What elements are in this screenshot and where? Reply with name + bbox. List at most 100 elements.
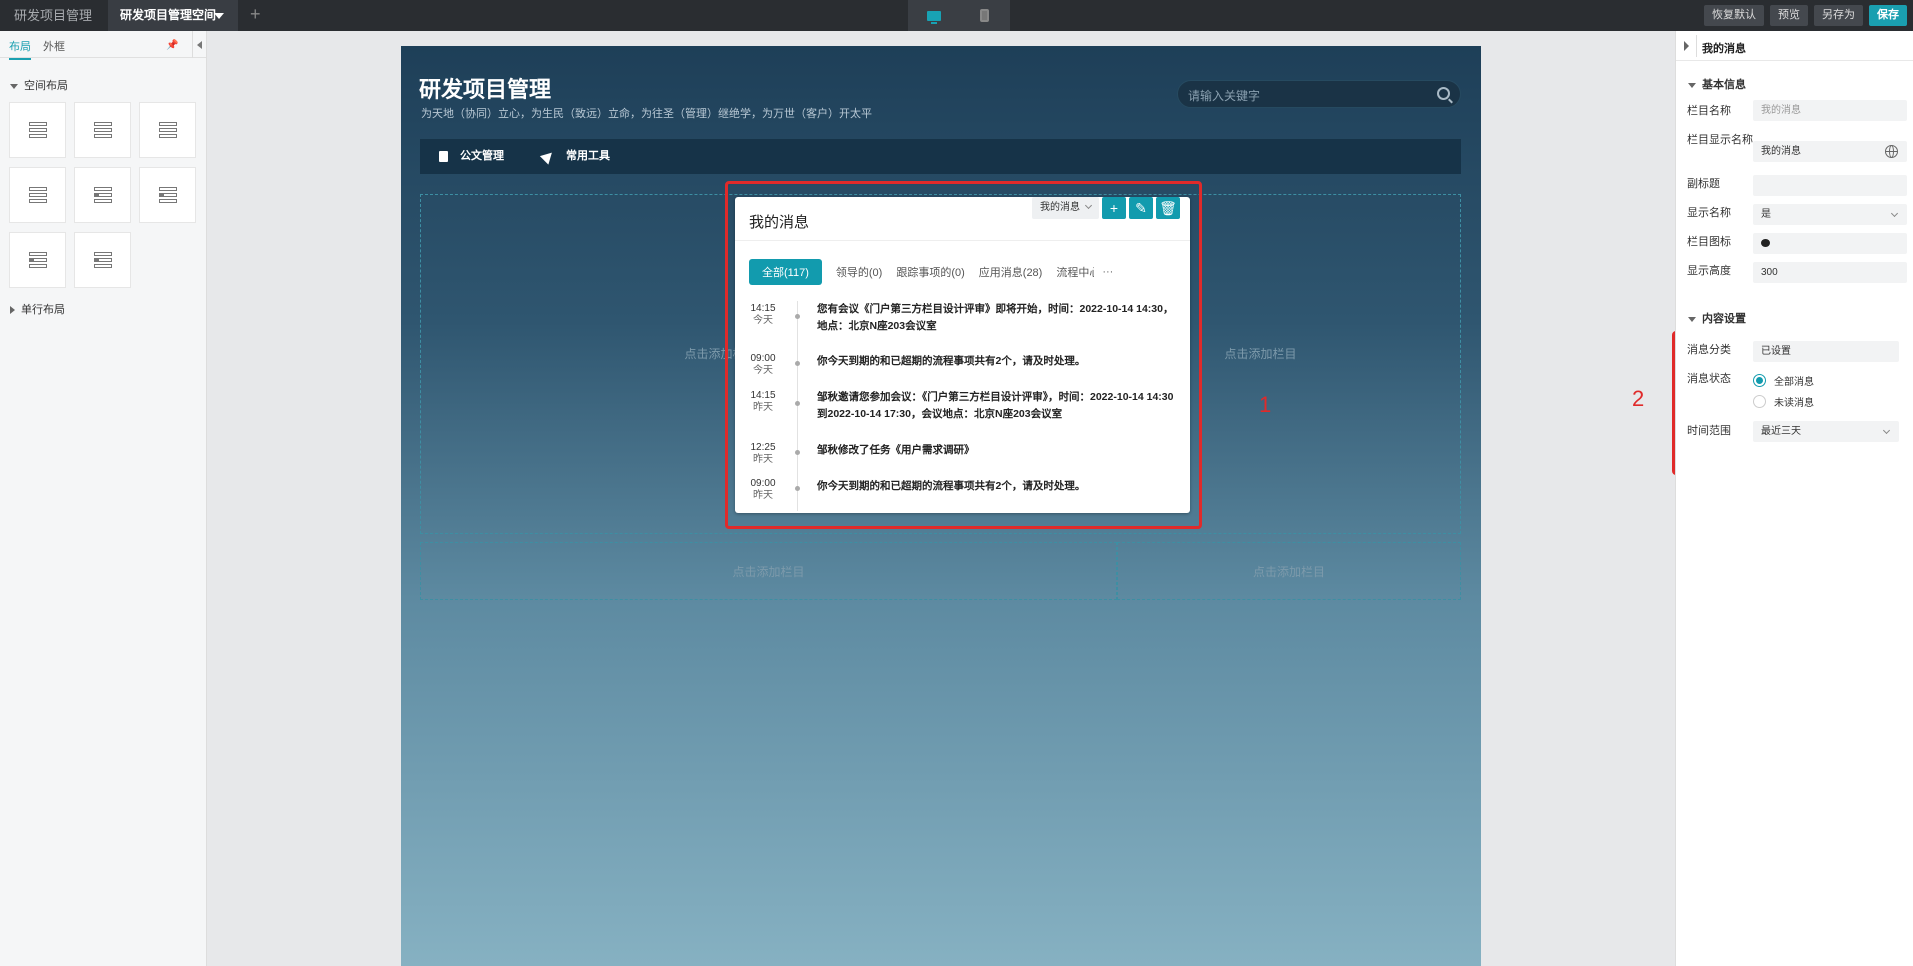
layout-item[interactable] <box>74 167 131 223</box>
layout-rows-icon <box>93 122 112 138</box>
expand-right-icon[interactable] <box>1684 41 1689 51</box>
layout-item[interactable] <box>139 102 196 158</box>
layout-item[interactable] <box>9 232 66 288</box>
display-name-field[interactable]: 我的消息 <box>1753 141 1907 162</box>
search-input[interactable]: 请输入关键字 <box>1177 80 1461 108</box>
section-space-layout[interactable]: 空间布局 <box>10 77 68 93</box>
tab-project-space-label: 研发项目管理空间 <box>120 8 217 22</box>
mobile-icon <box>980 9 989 22</box>
radio-checked-icon[interactable] <box>1753 374 1766 387</box>
radio-label: 全部消息 <box>1774 377 1814 388</box>
section-label: 单行布局 <box>21 304 65 316</box>
drop-zone-bottom-left[interactable]: 点击添加栏目 <box>420 542 1117 600</box>
nav-item-documents[interactable]: 公文管理 <box>439 139 504 174</box>
radio-all-messages[interactable]: 全部消息 <box>1753 373 1814 388</box>
mobile-view-button[interactable] <box>959 0 1010 31</box>
field-value: 我的消息 <box>1761 146 1801 157</box>
top-bar: 研发项目管理 研发项目管理空间 + 恢复默认 预览 另存为 保存 <box>0 0 1913 31</box>
drop-zone-bottom-right[interactable]: 点击添加栏目 <box>1117 542 1461 600</box>
message-category-field[interactable]: 已设置 <box>1753 341 1899 362</box>
divider <box>1696 35 1697 57</box>
collapse-left-icon[interactable] <box>192 31 207 58</box>
chevron-down-icon <box>1882 426 1891 435</box>
field-label: 显示高度 <box>1687 265 1731 277</box>
field-label: 栏目显示名称 <box>1687 134 1753 146</box>
save-button[interactable]: 保存 <box>1869 5 1907 26</box>
triangle-right-icon <box>10 306 15 315</box>
save-as-button[interactable]: 另存为 <box>1814 5 1863 26</box>
chevron-down-icon <box>1890 209 1899 218</box>
section-basic-info[interactable]: 基本信息 <box>1688 76 1746 92</box>
tab-frame[interactable]: 外框 <box>43 38 65 54</box>
nav-label: 公文管理 <box>460 150 504 162</box>
globe-icon[interactable] <box>1885 145 1898 158</box>
layout-item[interactable] <box>9 102 66 158</box>
section-single-row-layout[interactable]: 单行布局 <box>10 301 65 317</box>
left-tabs: 布局 外框 📌 <box>0 31 207 60</box>
field-label: 栏目图标 <box>1687 236 1731 248</box>
nav-bar: 公文管理 常用工具 <box>420 139 1461 174</box>
field-value: 最近三天 <box>1761 426 1801 437</box>
show-name-select[interactable]: 是 <box>1753 204 1907 225</box>
time-range-select[interactable]: 最近三天 <box>1753 421 1899 442</box>
drop-zone-label: 点击添加栏目 <box>732 565 805 579</box>
layout-rows-icon <box>28 122 47 138</box>
layout-split-icon <box>93 252 112 268</box>
document-icon <box>439 150 448 162</box>
nav-item-tools[interactable]: 常用工具 <box>539 139 610 174</box>
radio-unchecked-icon[interactable] <box>1753 395 1766 408</box>
chat-bubble-icon <box>1761 239 1770 248</box>
annotation-number-1: 1 <box>1259 392 1272 417</box>
layout-split-icon <box>28 252 47 268</box>
triangle-down-icon <box>1688 316 1696 322</box>
preview-button[interactable]: 预览 <box>1770 5 1808 26</box>
radio-label: 未读消息 <box>1774 398 1814 409</box>
layout-item[interactable] <box>74 102 131 158</box>
field-label: 消息分类 <box>1687 344 1731 356</box>
device-toggle <box>908 0 1010 31</box>
desktop-view-button[interactable] <box>908 0 959 31</box>
column-icon-field[interactable] <box>1753 233 1907 254</box>
nav-label: 常用工具 <box>566 150 610 162</box>
layout-item[interactable] <box>139 167 196 223</box>
column-name-field[interactable]: 我的消息 <box>1753 100 1907 121</box>
left-panel: 布局 外框 📌 空间布局 单行布局 <box>0 31 207 966</box>
pin-icon[interactable]: 📌 <box>166 40 178 51</box>
section-label: 内容设置 <box>1702 313 1746 325</box>
section-content-settings[interactable]: 内容设置 <box>1688 310 1746 326</box>
panel-header: 我的消息 <box>1676 31 1913 61</box>
field-label: 副标题 <box>1687 178 1720 190</box>
right-panel: 我的消息 基本信息 栏目名称 我的消息 栏目显示名称 我的消息 副标题 显示名称… <box>1675 31 1913 966</box>
tab-layout[interactable]: 布局 <box>9 38 31 60</box>
search-placeholder: 请输入关键字 <box>1188 89 1261 103</box>
page-subtitle: 为天地（协同）立心，为生民（致远）立命，为往圣（管理）继绝学，为万世（客户）开太… <box>421 108 872 120</box>
tab-project[interactable]: 研发项目管理 <box>0 0 106 31</box>
layout-split-icon <box>93 187 112 203</box>
display-height-field[interactable]: 300 <box>1753 262 1907 283</box>
layout-item[interactable] <box>74 232 131 288</box>
restore-default-button[interactable]: 恢复默认 <box>1704 5 1764 26</box>
layout-rows-icon <box>158 122 177 138</box>
layout-split-icon <box>158 187 177 203</box>
highlight-box-widget <box>725 181 1202 529</box>
annotation-number-2: 2 <box>1632 386 1645 411</box>
add-tab-icon[interactable]: + <box>250 4 261 25</box>
search-icon[interactable] <box>1437 87 1450 100</box>
caret-down-icon[interactable] <box>214 13 224 19</box>
triangle-down-icon <box>1688 82 1696 88</box>
radio-unread-messages[interactable]: 未读消息 <box>1753 394 1814 409</box>
field-label: 显示名称 <box>1687 207 1731 219</box>
field-label: 消息状态 <box>1687 373 1731 385</box>
toolbar-actions: 恢复默认 预览 另存为 保存 <box>1704 5 1907 26</box>
send-icon <box>539 147 557 165</box>
layout-item[interactable] <box>9 167 66 223</box>
section-label: 基本信息 <box>1702 79 1746 91</box>
subtitle-field[interactable] <box>1753 175 1907 196</box>
section-label: 空间布局 <box>24 80 68 92</box>
tab-project-space[interactable]: 研发项目管理空间 <box>108 0 238 31</box>
field-label: 时间范围 <box>1687 425 1731 437</box>
field-value: 是 <box>1761 209 1771 220</box>
panel-title: 我的消息 <box>1702 43 1746 55</box>
desktop-icon <box>926 10 941 24</box>
field-label: 栏目名称 <box>1687 105 1731 117</box>
